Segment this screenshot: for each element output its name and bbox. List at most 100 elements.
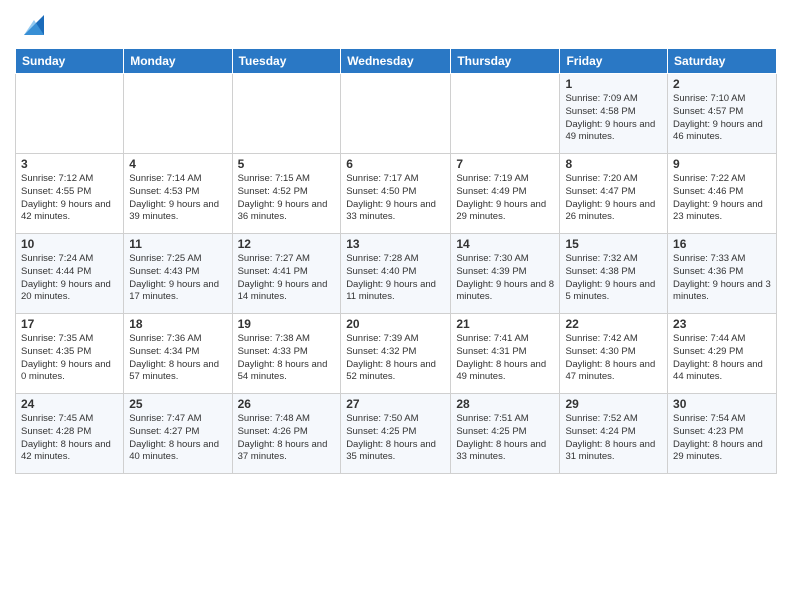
day-number: 20 bbox=[346, 317, 445, 331]
calendar-cell: 10 Sunrise: 7:24 AM Sunset: 4:44 PM Dayli… bbox=[16, 234, 124, 314]
calendar-cell bbox=[451, 74, 560, 154]
calendar-cell: 4 Sunrise: 7:14 AM Sunset: 4:53 PM Daylig… bbox=[124, 154, 232, 234]
day-info: Sunrise: 7:15 AM Sunset: 4:52 PM Dayligh… bbox=[238, 173, 336, 224]
day-number: 15 bbox=[565, 237, 662, 251]
calendar-cell: 19 Sunrise: 7:38 AM Sunset: 4:33 PM Dayli… bbox=[232, 314, 341, 394]
day-info: Sunrise: 7:30 AM Sunset: 4:39 PM Dayligh… bbox=[456, 253, 554, 304]
weekday-header-monday: Monday bbox=[124, 49, 232, 74]
day-info: Sunrise: 7:44 AM Sunset: 4:29 PM Dayligh… bbox=[673, 333, 771, 384]
calendar-week-1: 1 Sunrise: 7:09 AM Sunset: 4:58 PM Daylig… bbox=[16, 74, 777, 154]
calendar-cell: 17 Sunrise: 7:35 AM Sunset: 4:35 PM Dayli… bbox=[16, 314, 124, 394]
calendar-cell: 30 Sunrise: 7:54 AM Sunset: 4:23 PM Dayli… bbox=[668, 394, 777, 474]
weekday-header-saturday: Saturday bbox=[668, 49, 777, 74]
day-info: Sunrise: 7:24 AM Sunset: 4:44 PM Dayligh… bbox=[21, 253, 118, 304]
weekday-header-tuesday: Tuesday bbox=[232, 49, 341, 74]
day-number: 26 bbox=[238, 397, 336, 411]
calendar-cell: 14 Sunrise: 7:30 AM Sunset: 4:39 PM Dayli… bbox=[451, 234, 560, 314]
day-info: Sunrise: 7:14 AM Sunset: 4:53 PM Dayligh… bbox=[129, 173, 226, 224]
day-number: 30 bbox=[673, 397, 771, 411]
calendar-cell: 3 Sunrise: 7:12 AM Sunset: 4:55 PM Daylig… bbox=[16, 154, 124, 234]
calendar-cell: 15 Sunrise: 7:32 AM Sunset: 4:38 PM Dayli… bbox=[560, 234, 668, 314]
day-info: Sunrise: 7:20 AM Sunset: 4:47 PM Dayligh… bbox=[565, 173, 662, 224]
logo bbox=[15, 10, 49, 40]
day-info: Sunrise: 7:42 AM Sunset: 4:30 PM Dayligh… bbox=[565, 333, 662, 384]
calendar-cell bbox=[124, 74, 232, 154]
day-number: 5 bbox=[238, 157, 336, 171]
day-info: Sunrise: 7:25 AM Sunset: 4:43 PM Dayligh… bbox=[129, 253, 226, 304]
calendar-cell: 1 Sunrise: 7:09 AM Sunset: 4:58 PM Daylig… bbox=[560, 74, 668, 154]
day-info: Sunrise: 7:35 AM Sunset: 4:35 PM Dayligh… bbox=[21, 333, 118, 384]
day-number: 10 bbox=[21, 237, 118, 251]
calendar-cell bbox=[232, 74, 341, 154]
day-number: 7 bbox=[456, 157, 554, 171]
day-number: 19 bbox=[238, 317, 336, 331]
day-info: Sunrise: 7:38 AM Sunset: 4:33 PM Dayligh… bbox=[238, 333, 336, 384]
page-container: SundayMondayTuesdayWednesdayThursdayFrid… bbox=[0, 0, 792, 612]
day-number: 29 bbox=[565, 397, 662, 411]
calendar-cell: 27 Sunrise: 7:50 AM Sunset: 4:25 PM Dayli… bbox=[341, 394, 451, 474]
calendar-cell: 13 Sunrise: 7:28 AM Sunset: 4:40 PM Dayli… bbox=[341, 234, 451, 314]
day-info: Sunrise: 7:45 AM Sunset: 4:28 PM Dayligh… bbox=[21, 413, 118, 464]
calendar-week-2: 3 Sunrise: 7:12 AM Sunset: 4:55 PM Daylig… bbox=[16, 154, 777, 234]
day-number: 18 bbox=[129, 317, 226, 331]
day-info: Sunrise: 7:27 AM Sunset: 4:41 PM Dayligh… bbox=[238, 253, 336, 304]
day-number: 6 bbox=[346, 157, 445, 171]
day-number: 17 bbox=[21, 317, 118, 331]
day-info: Sunrise: 7:12 AM Sunset: 4:55 PM Dayligh… bbox=[21, 173, 118, 224]
calendar-cell: 29 Sunrise: 7:52 AM Sunset: 4:24 PM Dayli… bbox=[560, 394, 668, 474]
day-info: Sunrise: 7:09 AM Sunset: 4:58 PM Dayligh… bbox=[565, 93, 662, 144]
calendar-cell: 5 Sunrise: 7:15 AM Sunset: 4:52 PM Daylig… bbox=[232, 154, 341, 234]
calendar-header-row: SundayMondayTuesdayWednesdayThursdayFrid… bbox=[16, 49, 777, 74]
day-info: Sunrise: 7:54 AM Sunset: 4:23 PM Dayligh… bbox=[673, 413, 771, 464]
day-number: 12 bbox=[238, 237, 336, 251]
day-number: 2 bbox=[673, 77, 771, 91]
day-info: Sunrise: 7:28 AM Sunset: 4:40 PM Dayligh… bbox=[346, 253, 445, 304]
calendar-cell: 9 Sunrise: 7:22 AM Sunset: 4:46 PM Daylig… bbox=[668, 154, 777, 234]
day-number: 13 bbox=[346, 237, 445, 251]
logo-icon bbox=[19, 10, 49, 40]
day-number: 1 bbox=[565, 77, 662, 91]
calendar-cell: 16Sunrise: 7:33 AM Sunset: 4:36 PM Dayli… bbox=[668, 234, 777, 314]
day-number: 27 bbox=[346, 397, 445, 411]
calendar-cell: 11 Sunrise: 7:25 AM Sunset: 4:43 PM Dayli… bbox=[124, 234, 232, 314]
day-number: 14 bbox=[456, 237, 554, 251]
weekday-header-friday: Friday bbox=[560, 49, 668, 74]
day-info: Sunrise: 7:48 AM Sunset: 4:26 PM Dayligh… bbox=[238, 413, 336, 464]
weekday-header-thursday: Thursday bbox=[451, 49, 560, 74]
header bbox=[15, 10, 777, 40]
calendar-cell: 2 Sunrise: 7:10 AM Sunset: 4:57 PM Daylig… bbox=[668, 74, 777, 154]
day-number: 3 bbox=[21, 157, 118, 171]
day-number: 9 bbox=[673, 157, 771, 171]
day-number: 4 bbox=[129, 157, 226, 171]
day-number: 25 bbox=[129, 397, 226, 411]
day-number: 23 bbox=[673, 317, 771, 331]
calendar-cell bbox=[341, 74, 451, 154]
calendar-cell bbox=[16, 74, 124, 154]
calendar-cell: 8 Sunrise: 7:20 AM Sunset: 4:47 PM Daylig… bbox=[560, 154, 668, 234]
day-number: 21 bbox=[456, 317, 554, 331]
day-info: Sunrise: 7:32 AM Sunset: 4:38 PM Dayligh… bbox=[565, 253, 662, 304]
day-number: 8 bbox=[565, 157, 662, 171]
calendar-cell: 28Sunrise: 7:51 AM Sunset: 4:25 PM Dayli… bbox=[451, 394, 560, 474]
day-info: Sunrise: 7:52 AM Sunset: 4:24 PM Dayligh… bbox=[565, 413, 662, 464]
day-number: 22 bbox=[565, 317, 662, 331]
calendar-cell: 26 Sunrise: 7:48 AM Sunset: 4:26 PM Dayli… bbox=[232, 394, 341, 474]
calendar-table: SundayMondayTuesdayWednesdayThursdayFrid… bbox=[15, 48, 777, 474]
day-info: Sunrise: 7:17 AM Sunset: 4:50 PM Dayligh… bbox=[346, 173, 445, 224]
day-info: Sunrise: 7:51 AM Sunset: 4:25 PM Dayligh… bbox=[456, 413, 554, 464]
day-info: Sunrise: 7:10 AM Sunset: 4:57 PM Dayligh… bbox=[673, 93, 771, 144]
calendar-cell: 6 Sunrise: 7:17 AM Sunset: 4:50 PM Daylig… bbox=[341, 154, 451, 234]
calendar-week-3: 10 Sunrise: 7:24 AM Sunset: 4:44 PM Dayli… bbox=[16, 234, 777, 314]
day-info: Sunrise: 7:33 AM Sunset: 4:36 PM Dayligh… bbox=[673, 253, 771, 304]
calendar-cell: 12 Sunrise: 7:27 AM Sunset: 4:41 PM Dayli… bbox=[232, 234, 341, 314]
weekday-header-wednesday: Wednesday bbox=[341, 49, 451, 74]
day-info: Sunrise: 7:22 AM Sunset: 4:46 PM Dayligh… bbox=[673, 173, 771, 224]
calendar-cell: 20 Sunrise: 7:39 AM Sunset: 4:32 PM Dayli… bbox=[341, 314, 451, 394]
day-info: Sunrise: 7:50 AM Sunset: 4:25 PM Dayligh… bbox=[346, 413, 445, 464]
day-info: Sunrise: 7:39 AM Sunset: 4:32 PM Dayligh… bbox=[346, 333, 445, 384]
weekday-header-sunday: Sunday bbox=[16, 49, 124, 74]
day-info: Sunrise: 7:36 AM Sunset: 4:34 PM Dayligh… bbox=[129, 333, 226, 384]
day-info: Sunrise: 7:19 AM Sunset: 4:49 PM Dayligh… bbox=[456, 173, 554, 224]
calendar-cell: 7 Sunrise: 7:19 AM Sunset: 4:49 PM Daylig… bbox=[451, 154, 560, 234]
day-number: 11 bbox=[129, 237, 226, 251]
